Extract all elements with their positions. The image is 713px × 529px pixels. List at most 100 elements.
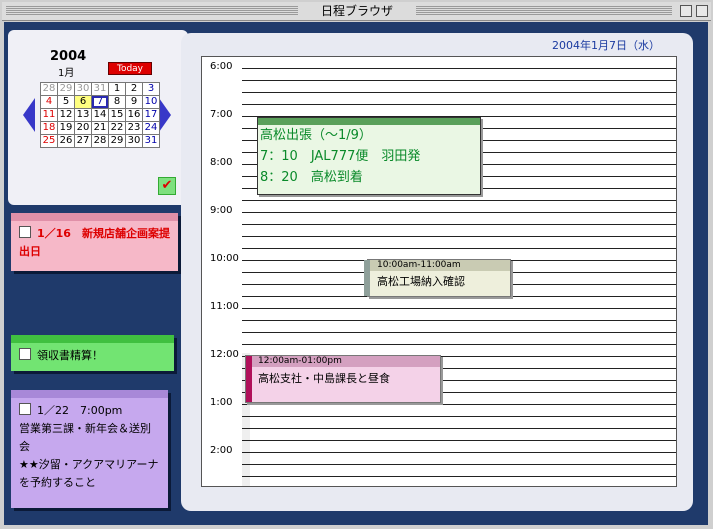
- calendar-day[interactable]: 21: [92, 122, 108, 134]
- next-month-arrow-icon[interactable]: [159, 98, 171, 132]
- event-line: 8：20 高松到着: [260, 170, 363, 185]
- calendar-day[interactable]: 5: [58, 96, 74, 108]
- note-text: 1／22 7:00pm 営業第三課・新年会＆送別会 ★★汐留・アクアマリアーナを…: [19, 404, 159, 489]
- calendar-day[interactable]: 24: [143, 122, 159, 134]
- event-line: 7：10 JAL777便 羽田発: [260, 149, 421, 164]
- calendar-day[interactable]: 4: [41, 96, 57, 108]
- note-checkbox[interactable]: [19, 348, 31, 360]
- event-handle[interactable]: [246, 356, 252, 402]
- time-slot-line: [242, 308, 676, 309]
- time-slot-line: [242, 452, 676, 453]
- schedule-date: 2004年1月7日（水）: [552, 39, 660, 52]
- event-time: 10:00am-11:00am: [368, 260, 510, 271]
- note-text: 領収書精算！: [37, 349, 103, 362]
- time-slot-line: [242, 200, 676, 201]
- calendar-day[interactable]: 20: [75, 122, 91, 134]
- calendar-day[interactable]: 16: [126, 109, 142, 121]
- calendar-day[interactable]: 12: [58, 109, 74, 121]
- today-button[interactable]: Today: [108, 62, 152, 75]
- calendar-month: 1月: [58, 68, 75, 79]
- calendar-year: 2004: [50, 49, 87, 64]
- calendar-day[interactable]: 30: [75, 83, 91, 95]
- time-slot-line: [242, 428, 676, 429]
- app-window: 日程ブラウザ 2004 1月 Today 28 29 30 31 1 2 3 4 5 6 7 8 9 10…: [0, 0, 713, 529]
- calendar-day[interactable]: 3: [143, 83, 159, 95]
- hour-label: 12:00: [210, 349, 239, 360]
- hour-label: 8:00: [210, 157, 233, 168]
- note-bar: [11, 335, 174, 343]
- todo-check-icon[interactable]: ✔: [158, 177, 176, 195]
- title-bar-stripes: [6, 6, 298, 16]
- calendar-day[interactable]: 22: [109, 122, 125, 134]
- time-slot-line: [242, 404, 676, 405]
- event-lunch[interactable]: 12:00am-01:00pm 高松支社・中島課長と昼食: [245, 355, 441, 403]
- calendar-grid: 28 29 30 31 1 2 3 4 5 6 7 8 9 10 11 12 13 14 15 16 17 18 19 20 2…: [40, 82, 160, 148]
- calendar-day[interactable]: 6: [75, 96, 91, 108]
- event-text: 高松工場納入確認: [377, 275, 465, 288]
- calendar-day[interactable]: 31: [92, 83, 108, 95]
- time-slot-line: [242, 320, 676, 321]
- time-slot-line: [242, 224, 676, 225]
- note-checkbox[interactable]: [19, 403, 31, 415]
- time-slot-line: [242, 440, 676, 441]
- calendar-day[interactable]: 25: [41, 135, 57, 147]
- prev-month-arrow-icon[interactable]: [23, 98, 35, 132]
- calendar-day[interactable]: 10: [143, 96, 159, 108]
- time-slot-line: [242, 212, 676, 213]
- event-time: 12:00am-01:00pm: [246, 356, 440, 367]
- calendar-day[interactable]: 23: [126, 122, 142, 134]
- hour-label: 9:00: [210, 205, 233, 216]
- event-header: [258, 118, 480, 125]
- calendar-day[interactable]: 17: [143, 109, 159, 121]
- day-schedule[interactable]: 6:00 7:00 8:00 9:00 10:00 11:00 12:00 1:00 2:00 …: [201, 56, 677, 487]
- time-slot-line: [242, 416, 676, 417]
- time-slot-line: [242, 476, 676, 477]
- calendar-day[interactable]: 13: [75, 109, 91, 121]
- zoom-button[interactable]: [680, 5, 692, 17]
- sticky-note[interactable]: 1／22 7:00pm 営業第三課・新年会＆送別会 ★★汐留・アクアマリアーナを…: [11, 390, 168, 508]
- calendar-day[interactable]: 29: [58, 83, 74, 95]
- hour-label: 10:00: [210, 253, 239, 264]
- calendar-day[interactable]: 11: [41, 109, 57, 121]
- title-bar[interactable]: 日程ブラウザ: [2, 2, 711, 21]
- calendar-day[interactable]: 18: [41, 122, 57, 134]
- event-factory-check[interactable]: 10:00am-11:00am 高松工場納入確認: [364, 259, 511, 297]
- hour-label: 2:00: [210, 445, 233, 456]
- event-trip[interactable]: 高松出張（～1/9） 7：10 JAL777便 羽田発 8：20 高松到着: [257, 117, 481, 195]
- note-checkbox[interactable]: [19, 226, 31, 238]
- hour-label: 6:00: [210, 61, 233, 72]
- time-slot-line: [242, 104, 676, 105]
- calendar-day[interactable]: 8: [109, 96, 125, 108]
- time-slot-line: [242, 80, 676, 81]
- calendar-day[interactable]: 28: [41, 83, 57, 95]
- event-handle[interactable]: [364, 260, 370, 296]
- calendar-day[interactable]: 28: [92, 135, 108, 147]
- calendar-day[interactable]: 14: [92, 109, 108, 121]
- note-bar: [11, 390, 168, 398]
- time-slot-line: [242, 236, 676, 237]
- calendar-day[interactable]: 26: [58, 135, 74, 147]
- calendar-day[interactable]: 1: [109, 83, 125, 95]
- calendar-day[interactable]: 9: [126, 96, 142, 108]
- calendar-day[interactable]: 30: [126, 135, 142, 147]
- calendar-day[interactable]: 29: [109, 135, 125, 147]
- time-slot-line: [242, 464, 676, 465]
- calendar-day[interactable]: 15: [109, 109, 125, 121]
- calendar-day[interactable]: 7: [92, 96, 108, 108]
- collapse-button[interactable]: [696, 5, 708, 17]
- hour-label: 1:00: [210, 397, 233, 408]
- hour-label: 7:00: [210, 109, 233, 120]
- time-slot-line: [242, 332, 676, 333]
- calendar-day[interactable]: 31: [143, 135, 159, 147]
- calendar-day[interactable]: 2: [126, 83, 142, 95]
- time-slot-line: [242, 344, 676, 345]
- hour-label: 11:00: [210, 301, 239, 312]
- time-slot-line: [242, 68, 676, 69]
- title-bar-stripes: [416, 6, 672, 16]
- time-slot-line: [242, 248, 676, 249]
- calendar-day[interactable]: 27: [75, 135, 91, 147]
- sticky-note[interactable]: 領収書精算！: [11, 335, 174, 371]
- note-text: 1／16 新規店舗企画案提出日: [19, 227, 170, 258]
- sticky-note[interactable]: 1／16 新規店舗企画案提出日: [11, 213, 178, 271]
- calendar-day[interactable]: 19: [58, 122, 74, 134]
